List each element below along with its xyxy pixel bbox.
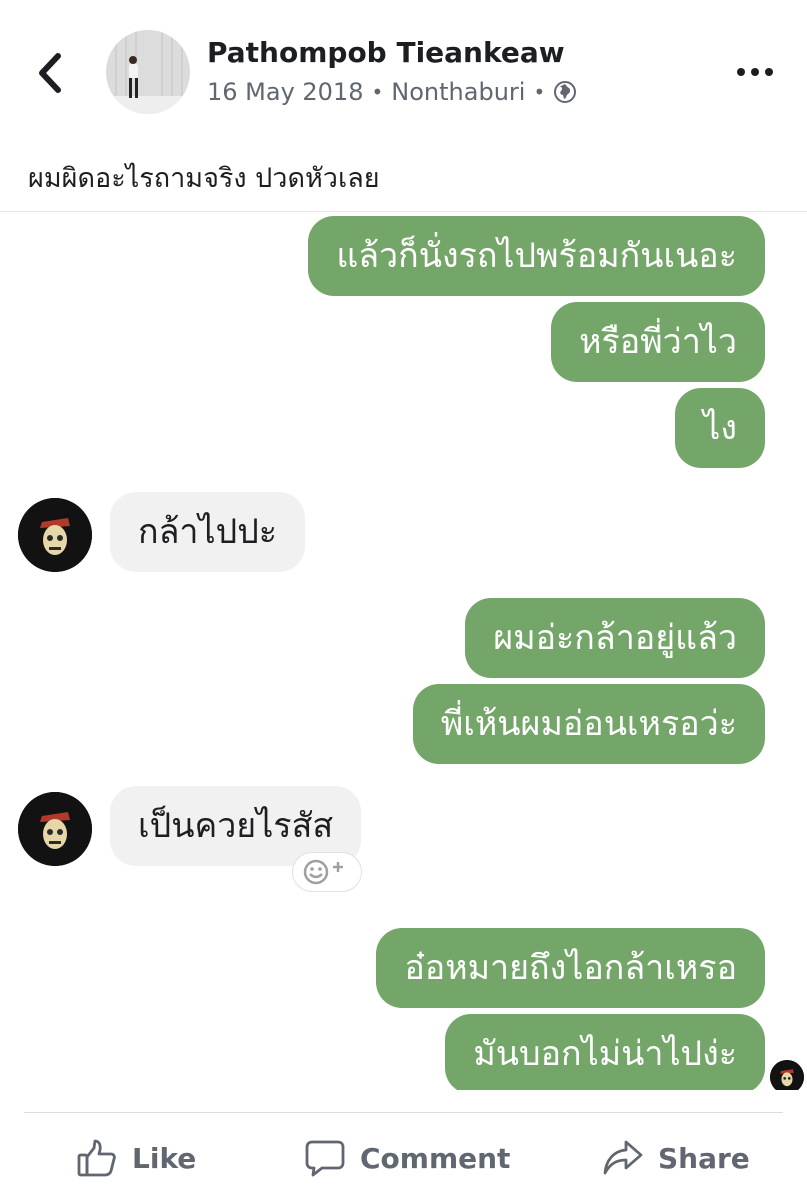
read-receipt-avatar (770, 1060, 804, 1090)
chat-bubble-sent: แล้วก็นั่งรถไปพร้อมกันเนอะ (308, 216, 765, 296)
chat-bubble-sent: ไง (675, 388, 765, 468)
more-options-icon (737, 68, 773, 76)
chat-bubble-sent: มันบอกไม่น่าไปง่ะ (445, 1014, 765, 1090)
more-options-button[interactable] (735, 62, 775, 82)
divider (24, 1112, 783, 1113)
chevron-left-icon (39, 53, 61, 93)
post-caption: ผมผิดอะไรถามจริง ปวดหัวเลย (28, 163, 380, 194)
like-label: Like (132, 1141, 197, 1175)
post-header: Pathompob Tieankeaw 16 May 2018 • Nontha… (0, 0, 807, 194)
post-meta: 16 May 2018 • Nonthaburi • (207, 78, 577, 106)
contact-avatar-image (18, 792, 92, 866)
post-actions-bar: Like Comment Share (0, 1126, 807, 1190)
contact-avatar-image (18, 498, 92, 572)
author-avatar[interactable] (106, 30, 190, 114)
back-button[interactable] (30, 48, 74, 98)
chat-bubble-sent: พี่เห้นผมอ่อนเหรอว่ะ (412, 684, 765, 764)
author-name[interactable]: Pathompob Tieankeaw (207, 36, 565, 69)
post-location[interactable]: Nonthaburi (391, 78, 525, 106)
share-label: Share (658, 1141, 750, 1175)
comment-label: Comment (360, 1141, 511, 1175)
add-reaction-icon (303, 859, 343, 885)
chat-contact-avatar (18, 792, 92, 866)
read-receipt-image (770, 1060, 804, 1090)
like-button[interactable]: Like (76, 1126, 196, 1190)
comment-button[interactable]: Comment (304, 1126, 510, 1190)
add-reaction-button[interactable] (292, 852, 362, 892)
share-button[interactable]: Share (602, 1126, 750, 1190)
separator-dot: • (371, 80, 384, 104)
share-icon (603, 1140, 643, 1175)
chat-contact-avatar (18, 498, 92, 572)
avatar-image (106, 30, 190, 114)
chat-screenshot[interactable]: แล้วก็นั่งรถไปพร้อมกันเนอะ หรือพี่ว่าไว … (0, 212, 807, 1090)
chat-bubble-received: กล้าไปปะ (110, 492, 306, 572)
separator-dot: • (533, 80, 546, 104)
globe-icon[interactable] (553, 80, 577, 104)
chat-bubble-sent: หรือพี่ว่าไว (551, 302, 765, 382)
chat-bubble-sent: อ๋อหมายถึงไอกล้าเหรอ (376, 928, 765, 1008)
post-date[interactable]: 16 May 2018 (207, 78, 364, 106)
chat-bubble-sent: ผมอ่ะกล้าอยู่แล้ว (465, 598, 765, 678)
comment-icon (305, 1140, 345, 1177)
thumbs-up-icon (77, 1139, 116, 1177)
